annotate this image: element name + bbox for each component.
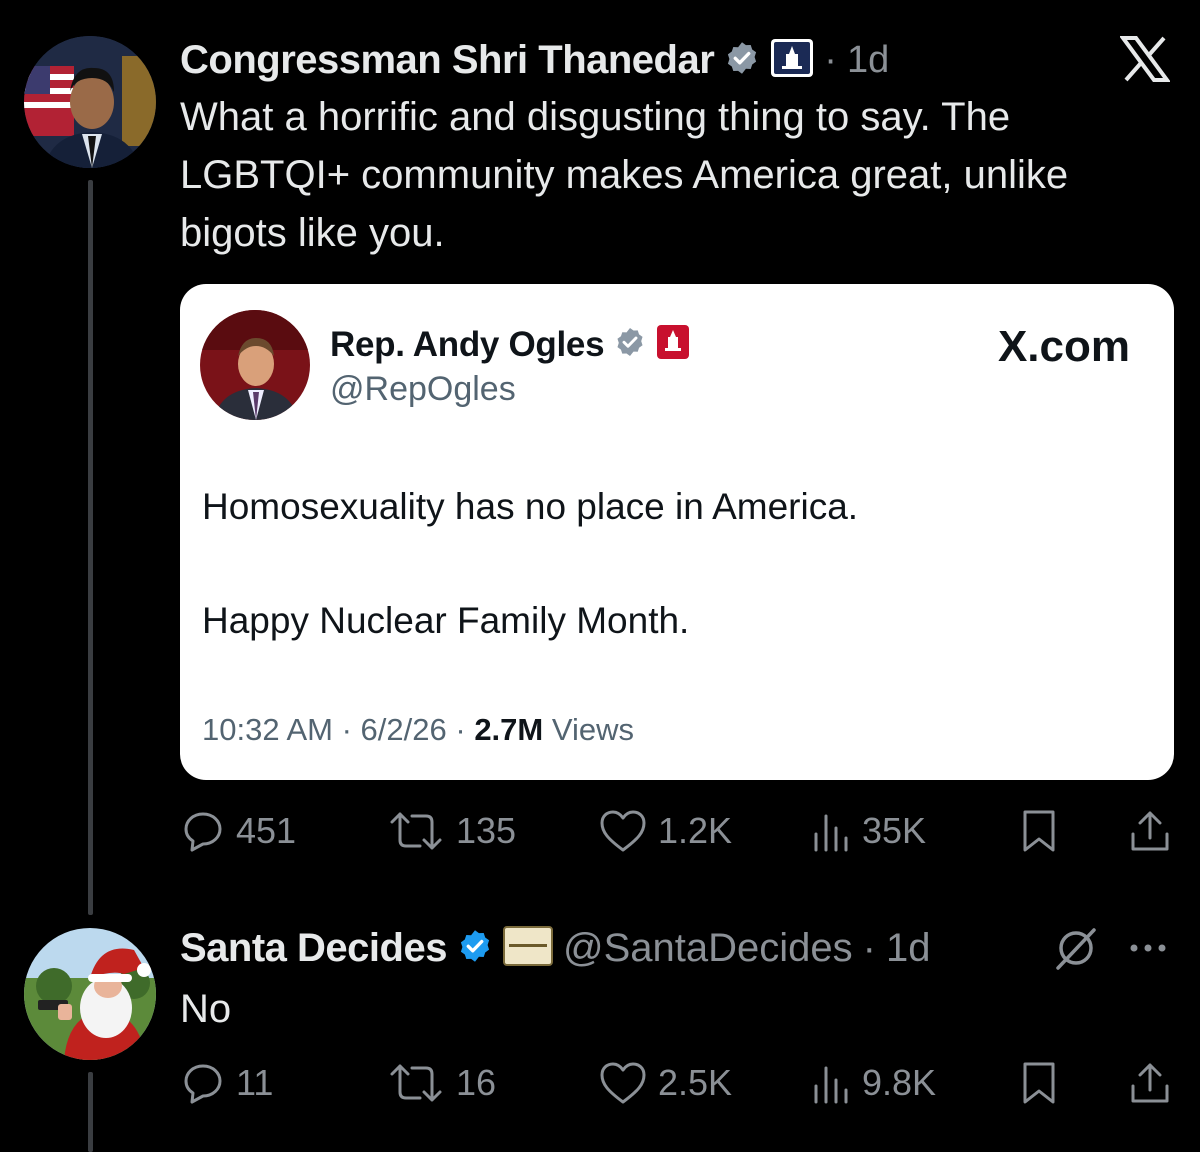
- repost-button[interactable]: 135: [386, 806, 516, 856]
- share-icon: [1131, 811, 1169, 851]
- share-icon: [1131, 1063, 1169, 1103]
- post-body: What a horrific and disgusting thing to …: [180, 95, 1069, 255]
- author-handle[interactable]: @SantaDecides: [563, 926, 853, 971]
- author-name[interactable]: Congressman Shri Thanedar: [180, 38, 715, 83]
- repost-icon: [390, 812, 442, 850]
- avatar: [200, 310, 310, 420]
- bookmark-button[interactable]: [1018, 806, 1060, 856]
- repost-icon: [390, 1064, 442, 1102]
- grok-icon[interactable]: [1052, 924, 1100, 972]
- verified-icon: [457, 928, 493, 969]
- repost-count: 16: [456, 1062, 497, 1103]
- avatar[interactable]: [24, 36, 156, 168]
- avatar[interactable]: [24, 928, 156, 1060]
- quoted-time: 10:32 AM: [202, 712, 333, 747]
- quoted-views-label: Views: [551, 712, 634, 747]
- verified-icon: [724, 40, 760, 81]
- reply-button[interactable]: 11: [180, 1058, 273, 1108]
- like-icon: [600, 810, 646, 852]
- action-bar: 11 16 2.5K 9.8K: [180, 1058, 1180, 1108]
- reply-icon: [184, 1064, 222, 1104]
- avatar-photo: [24, 36, 156, 168]
- meta-separator: ·: [341, 712, 361, 747]
- quoted-date: 6/2/26: [360, 712, 447, 747]
- time-separator: ·: [824, 38, 837, 81]
- views-icon: [814, 1066, 848, 1104]
- like-icon: [600, 1062, 646, 1104]
- views-count: 9.8K: [862, 1062, 937, 1103]
- views-icon: [814, 814, 848, 852]
- source-label: X.com: [997, 322, 1130, 371]
- quoted-line-2: Happy Nuclear Family Month.: [202, 600, 690, 641]
- reply-button[interactable]: 451: [180, 806, 296, 856]
- quoted-author-name: Rep. Andy Ogles: [330, 324, 605, 364]
- thread-line: [88, 1072, 93, 1152]
- like-count: 2.5K: [658, 1062, 733, 1103]
- like-count: 1.2K: [658, 810, 733, 851]
- views-button[interactable]: 35K: [810, 806, 926, 856]
- avatar-photo: [200, 310, 310, 420]
- time-separator: ·: [862, 925, 876, 970]
- quoted-views-count: 2.7M: [474, 712, 544, 747]
- reply-count: 11: [236, 1062, 274, 1103]
- bookmark-icon: [1023, 1062, 1055, 1104]
- meta-separator: ·: [455, 712, 475, 747]
- post-time[interactable]: 1d: [847, 39, 889, 82]
- share-button[interactable]: [1128, 1058, 1172, 1108]
- action-bar: 451 135 1.2K 35K: [180, 806, 1180, 856]
- views-button[interactable]: 9.8K: [810, 1058, 936, 1108]
- views-count: 35K: [862, 810, 927, 851]
- reply-count: 451: [236, 810, 297, 851]
- avatar-photo: [24, 928, 156, 1060]
- bookmark-icon: [1023, 810, 1055, 852]
- like-button[interactable]: 1.2K: [598, 806, 732, 856]
- post-time[interactable]: 1d: [886, 926, 931, 971]
- quoted-author-handle: @RepOgles: [330, 370, 516, 408]
- x-logo-icon[interactable]: [1119, 36, 1171, 82]
- more-icon[interactable]: [1128, 938, 1172, 958]
- repost-count: 135: [456, 810, 517, 851]
- reply-icon: [184, 812, 222, 852]
- thread-line: [88, 180, 93, 915]
- capitol-badge-icon: [770, 38, 814, 83]
- quoted-post-card[interactable]: Rep. Andy Ogles @RepOgles X.com Homosexu…: [180, 284, 1174, 780]
- quoted-line-1: Homosexuality has no place in America.: [202, 486, 859, 527]
- bookmark-button[interactable]: [1018, 1058, 1060, 1108]
- author-name[interactable]: Santa Decides: [180, 926, 447, 971]
- verified-icon: [614, 326, 646, 363]
- capitol-badge-icon: [656, 324, 690, 365]
- repost-button[interactable]: 16: [386, 1058, 496, 1108]
- like-button[interactable]: 2.5K: [598, 1058, 732, 1108]
- share-button[interactable]: [1128, 806, 1172, 856]
- post-body: No: [180, 987, 232, 1031]
- affiliate-badge-icon: [502, 925, 553, 971]
